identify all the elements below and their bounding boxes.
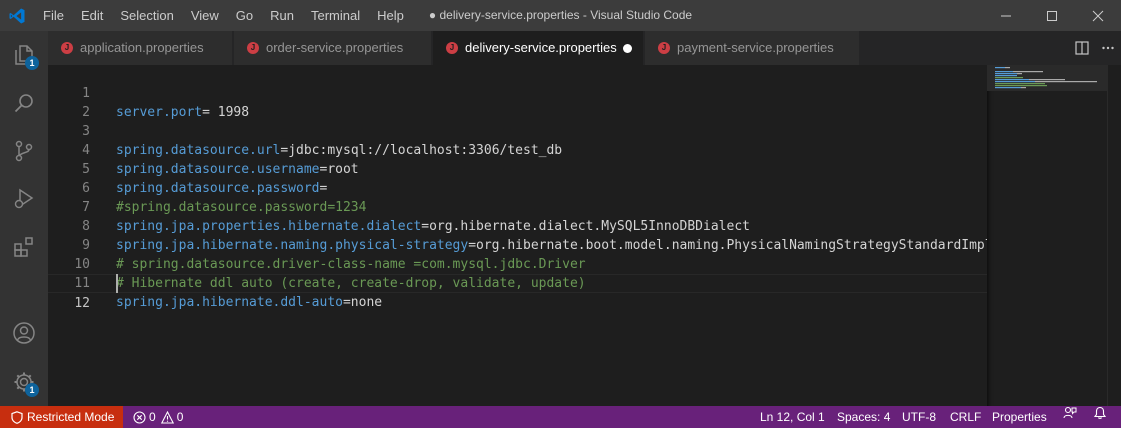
- java-properties-file-icon: J: [446, 42, 458, 54]
- tab-label: application.properties: [80, 40, 204, 55]
- settings-badge: 1: [25, 383, 39, 397]
- accounts-button[interactable]: [0, 309, 48, 357]
- tab-payment-service-properties[interactable]: J payment-service.properties: [645, 31, 860, 65]
- java-properties-file-icon: J: [658, 42, 670, 54]
- tab-order-service-properties[interactable]: J order-service.properties: [234, 31, 432, 65]
- unsaved-dot-icon[interactable]: [623, 44, 632, 53]
- tab-application-properties[interactable]: J application.properties: [48, 31, 233, 65]
- code-line: 5 spring.datasource.password=: [48, 141, 987, 196]
- explorer-button[interactable]: 1: [0, 31, 48, 79]
- run-debug-icon: [14, 188, 34, 209]
- tab-label: delivery-service.properties: [465, 40, 617, 55]
- editor-tabs: J application.properties J order-service…: [48, 31, 1121, 65]
- minimap[interactable]: [987, 65, 1107, 406]
- menu-file[interactable]: File: [34, 0, 72, 31]
- minimize-icon: [1001, 15, 1011, 16]
- menu-edit[interactable]: Edit: [72, 0, 111, 31]
- menu-help[interactable]: Help: [368, 0, 412, 31]
- property-key: spring.jpa.hibernate.ddl-auto: [116, 295, 343, 310]
- explorer-badge: 1: [25, 56, 39, 70]
- status-bar: Restricted Mode 0 0 Ln 12, Col 1 Spaces:…: [0, 406, 1121, 428]
- search-icon: [14, 94, 33, 113]
- code-line: 2: [48, 84, 987, 120]
- manage-button[interactable]: 1: [0, 358, 48, 406]
- code-line: 7 spring.jpa.properties.hibernate.dialec…: [48, 179, 987, 234]
- split-editor-button[interactable]: [1069, 31, 1095, 65]
- code-line: 3 spring.datasource.url=jdbc:mysql://loc…: [48, 103, 987, 158]
- problems-indicator[interactable]: 0 0: [133, 406, 183, 428]
- feedback-icon: [1063, 406, 1077, 419]
- indentation[interactable]: Spaces: 4: [837, 406, 890, 428]
- code-line: 9 # spring.datasource.driver-class-name …: [48, 217, 987, 272]
- tab-delivery-service-properties[interactable]: J delivery-service.properties: [433, 31, 644, 65]
- menu-run[interactable]: Run: [261, 0, 302, 31]
- editor-actions: [1069, 31, 1121, 65]
- current-line: 12: [48, 274, 987, 311]
- code-line: 4 spring.datasource.username=root: [48, 122, 987, 177]
- vertical-scrollbar[interactable]: [1107, 65, 1121, 406]
- maximize-button[interactable]: [1029, 0, 1075, 31]
- java-properties-file-icon: J: [61, 42, 73, 54]
- java-properties-file-icon: J: [247, 42, 259, 54]
- shield-icon: [11, 410, 23, 424]
- line-number: 12: [74, 296, 90, 311]
- code-editor[interactable]: 1 server.port= 1998 2 3 spring.datasourc…: [48, 65, 993, 406]
- code-line: 11 spring.jpa.hibernate.ddl-auto=none: [48, 255, 987, 310]
- minimize-button[interactable]: [983, 0, 1029, 31]
- vscode-logo-icon: [9, 8, 25, 24]
- warning-count: 0: [176, 410, 184, 424]
- vscode-window: File Edit Selection View Go Run Terminal…: [0, 0, 1121, 428]
- line-text: spring.jpa.hibernate.ddl-auto=none: [116, 293, 382, 312]
- title-bar: File Edit Selection View Go Run Terminal…: [0, 0, 1121, 31]
- restricted-mode-indicator[interactable]: Restricted Mode: [0, 406, 123, 428]
- end-of-line[interactable]: CRLF: [950, 406, 981, 428]
- code-line: 1 server.port= 1998: [48, 65, 987, 120]
- close-window-button[interactable]: [1075, 0, 1121, 31]
- encoding[interactable]: UTF-8: [902, 406, 936, 428]
- tab-label: order-service.properties: [266, 40, 404, 55]
- cursor-position[interactable]: Ln 12, Col 1: [760, 406, 825, 428]
- run-debug-button[interactable]: [0, 175, 48, 223]
- extensions-icon: [14, 237, 33, 257]
- menu-selection[interactable]: Selection: [111, 0, 181, 31]
- language-mode[interactable]: Properties: [992, 406, 1047, 428]
- close-icon: [1092, 10, 1104, 21]
- search-button[interactable]: [0, 79, 48, 127]
- restricted-mode-label: Restricted Mode: [27, 410, 115, 424]
- property-value: =none: [342, 295, 383, 310]
- code-line: 10 # Hibernate ddl auto (create, create-…: [48, 236, 987, 291]
- more-actions-button[interactable]: [1095, 31, 1121, 65]
- menu-terminal[interactable]: Terminal: [302, 0, 368, 31]
- bell-icon: [1093, 406, 1107, 419]
- split-editor-icon: [1075, 41, 1089, 55]
- menu-go[interactable]: Go: [227, 0, 261, 31]
- warning-icon: [160, 410, 174, 424]
- error-icon: [133, 410, 146, 424]
- extensions-button[interactable]: [0, 223, 48, 271]
- notifications-button[interactable]: [1093, 406, 1107, 420]
- window-controls: [983, 0, 1121, 31]
- source-control-button[interactable]: [0, 127, 48, 175]
- menu-bar: File Edit Selection View Go Run Terminal…: [34, 0, 412, 31]
- menu-view[interactable]: View: [182, 0, 227, 31]
- activity-bar: 1 1: [0, 31, 48, 406]
- code-line: 6 #spring.datasource.password=1234: [48, 160, 987, 215]
- minimap-preview: [987, 65, 1107, 91]
- source-control-icon: [15, 140, 33, 162]
- code-line: 8 spring.jpa.hibernate.naming.physical-s…: [48, 198, 992, 253]
- ellipsis-icon: [1102, 46, 1114, 50]
- maximize-icon: [1047, 10, 1057, 21]
- text-cursor: [116, 274, 118, 293]
- error-count: 0: [149, 410, 156, 424]
- feedback-button[interactable]: [1063, 406, 1077, 420]
- tab-label: payment-service.properties: [677, 40, 834, 55]
- account-icon: [13, 322, 35, 344]
